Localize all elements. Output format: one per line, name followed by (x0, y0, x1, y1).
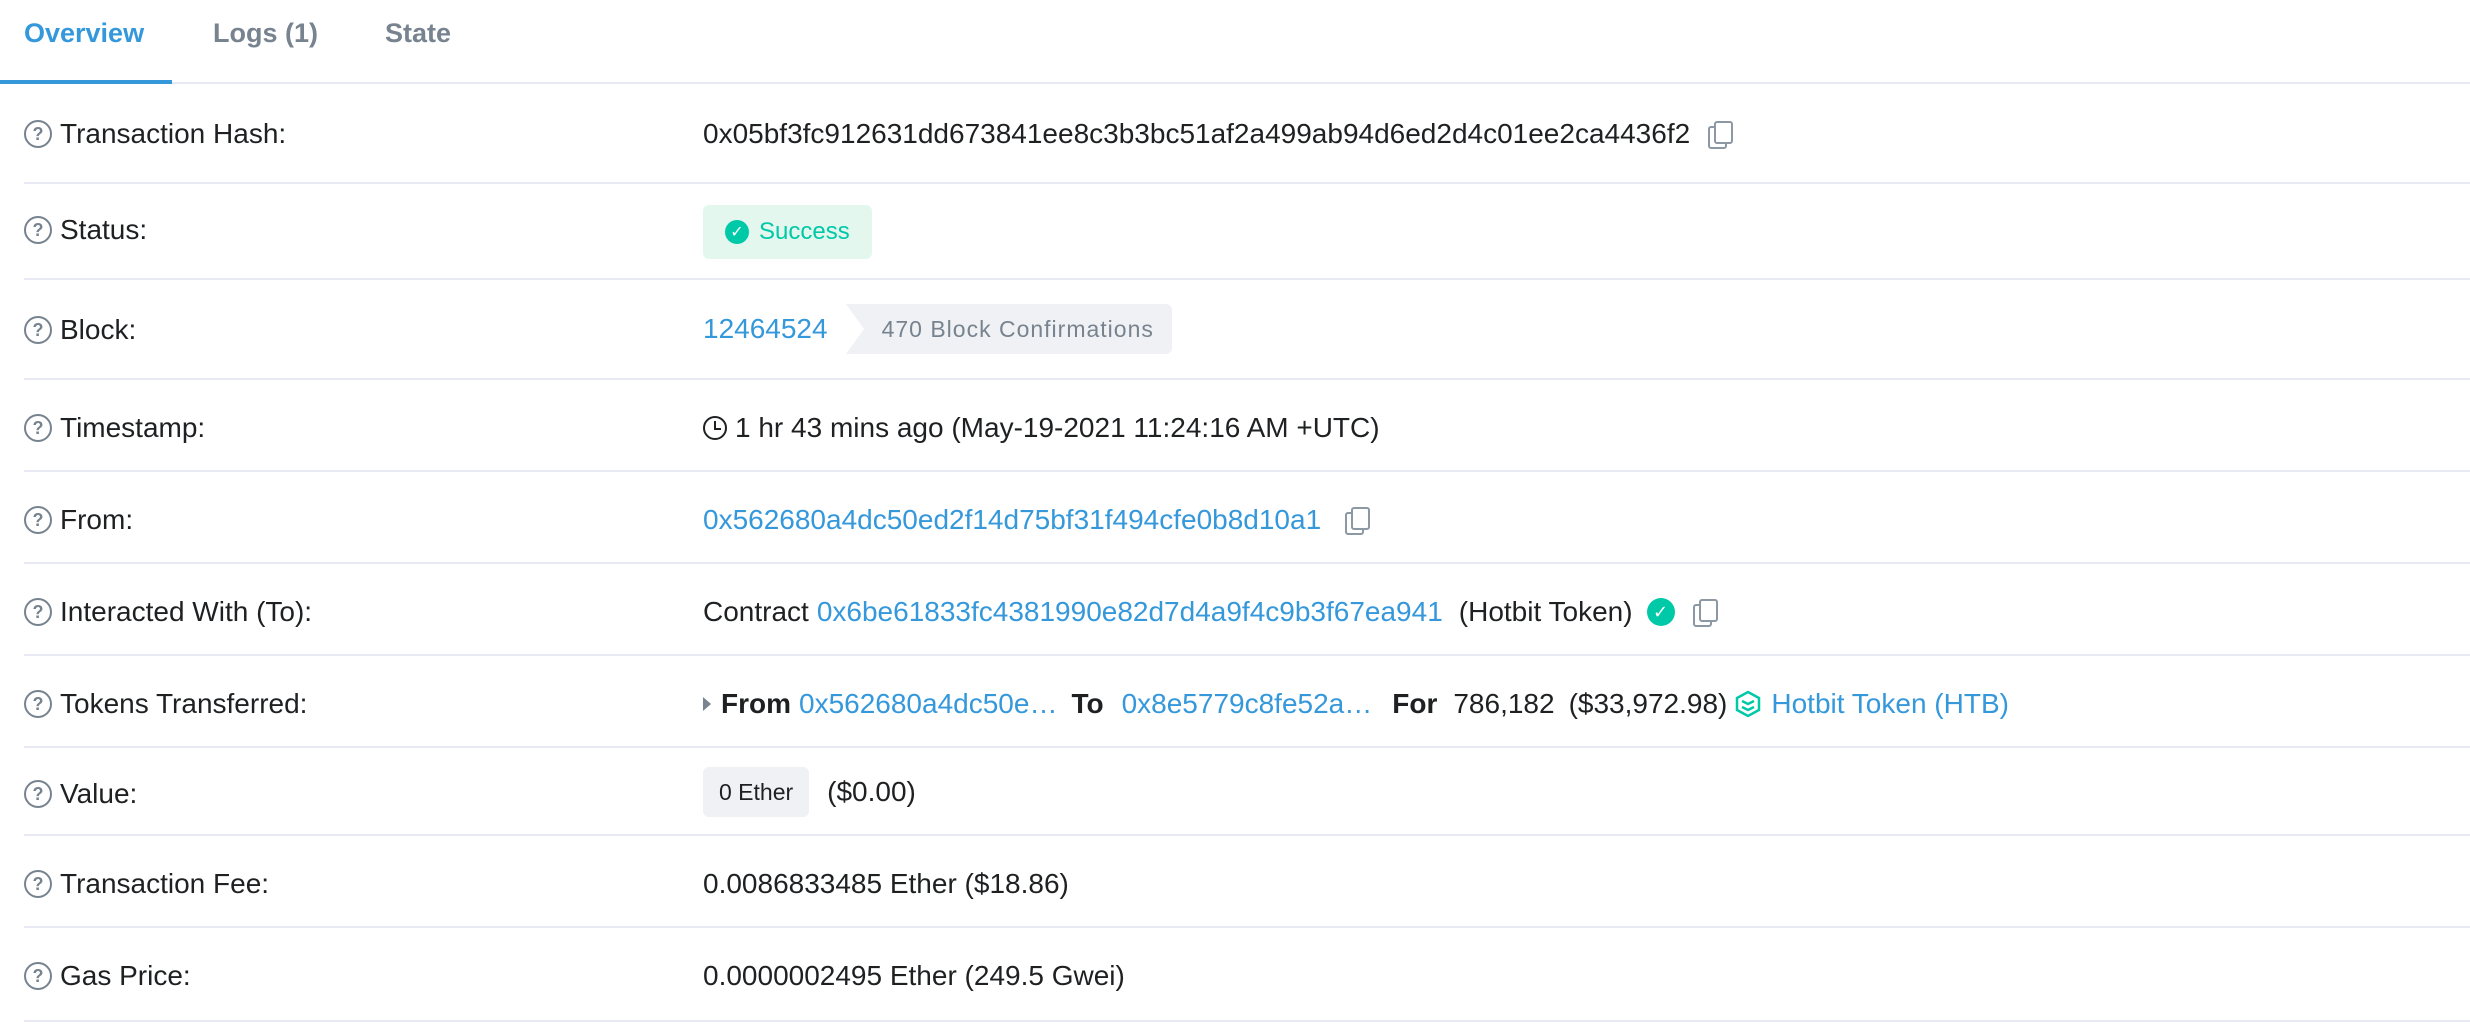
hotbit-token-icon (1736, 690, 1761, 718)
badge-arrow (845, 304, 864, 354)
row-status: ? Status: ✓ Success (24, 184, 2470, 280)
help-icon[interactable]: ? (24, 962, 52, 990)
help-icon[interactable]: ? (24, 120, 52, 148)
for-label: For (1392, 688, 1438, 719)
verified-check-icon: ✓ (1646, 598, 1675, 626)
tab-logs[interactable]: Logs (1) (213, 18, 318, 49)
value-interacted-with: Contract 0x6be61833fc4381990e82d7d4a9f4c… (703, 596, 1718, 628)
contract-address-link[interactable]: 0x6be61833fc4381990e82d7d4a9f4c9b3f67ea9… (817, 596, 1443, 628)
label-gas-price: ? Gas Price: (24, 960, 191, 992)
status-badge: ✓ Success (703, 205, 872, 259)
label-from: ? From: (24, 504, 133, 536)
label-status: ? Status: (24, 214, 147, 246)
row-tokens-transferred: ? Tokens Transferred: From 0x562680a4dc5… (24, 656, 2470, 748)
help-icon[interactable]: ? (24, 598, 52, 626)
token-to-address-link[interactable]: 0x8e5779c8fe52a… (1122, 688, 1373, 720)
row-timestamp: ? Timestamp: 1 hr 43 mins ago (May-19-20… (24, 380, 2470, 472)
value-value: 0 Ether ($0.00) (703, 767, 916, 817)
value-from: 0x562680a4dc50ed2f14d75bf31f494cfe0b8d10… (703, 504, 1371, 536)
tab-state[interactable]: State (385, 18, 451, 49)
check-circle-icon: ✓ (725, 220, 749, 244)
contract-prefix: Contract (703, 596, 809, 627)
transaction-details-page: Overview Logs (1) State ? Transaction Ha… (0, 0, 2470, 1024)
label-transaction-fee: ? Transaction Fee: (24, 868, 269, 900)
tab-bar: Overview Logs (1) State (0, 0, 2470, 84)
label-block: ? Block: (24, 314, 136, 346)
tab-overview[interactable]: Overview (24, 18, 144, 49)
copy-icon[interactable] (1708, 121, 1734, 149)
row-transaction-hash: ? Transaction Hash: 0x05bf3fc912631dd673… (24, 84, 2470, 184)
label-timestamp: ? Timestamp: (24, 412, 205, 444)
from-label: From (721, 688, 791, 719)
from-address-link[interactable]: 0x562680a4dc50ed2f14d75bf31f494cfe0b8d10… (703, 504, 1321, 536)
row-transaction-fee: ? Transaction Fee: 0.0086833485 Ether ($… (24, 836, 2470, 928)
help-icon[interactable]: ? (24, 506, 52, 534)
row-gas-price: ? Gas Price: 0.0000002495 Ether (249.5 G… (24, 928, 2470, 1022)
copy-icon[interactable] (1345, 507, 1371, 535)
caret-right-icon[interactable] (703, 697, 711, 711)
hotbit-token-link[interactable]: Hotbit Token (HTB) (1771, 688, 2009, 720)
value-transaction-hash: 0x05bf3fc912631dd673841ee8c3b3bc51af2a49… (703, 118, 1734, 150)
value-gas-price: 0.0000002495 Ether (249.5 Gwei) (703, 960, 1125, 992)
help-icon[interactable]: ? (24, 414, 52, 442)
help-icon[interactable]: ? (24, 316, 52, 344)
label-transaction-hash: ? Transaction Hash: (24, 118, 286, 150)
contract-name: (Hotbit Token) (1458, 596, 1633, 627)
value-transaction-fee: 0.0086833485 Ether ($18.86) (703, 868, 1069, 900)
copy-icon[interactable] (1692, 599, 1718, 627)
value-block: 12464524 470 Block Confirmations (703, 304, 1172, 354)
row-value: ? Value: 0 Ether ($0.00) (24, 748, 2470, 836)
label-value: ? Value: (24, 778, 137, 810)
help-icon[interactable]: ? (24, 690, 52, 718)
row-from: ? From: 0x562680a4dc50ed2f14d75bf31f494c… (24, 472, 2470, 564)
token-amount: 786,182 (1453, 688, 1555, 719)
value-timestamp: 1 hr 43 mins ago (May-19-2021 11:24:16 A… (703, 412, 1380, 444)
block-number-link[interactable]: 12464524 (703, 313, 828, 345)
ether-value-badge: 0 Ether (703, 767, 810, 817)
row-interacted-with: ? Interacted With (To): Contract 0x6be61… (24, 564, 2470, 656)
help-icon[interactable]: ? (24, 780, 52, 808)
help-icon[interactable]: ? (24, 216, 52, 244)
block-confirmations-badge: 470 Block Confirmations (845, 304, 1172, 354)
help-icon[interactable]: ? (24, 870, 52, 898)
to-label: To (1071, 688, 1104, 719)
ether-usd-value: ($0.00) (827, 776, 916, 807)
clock-icon (703, 416, 727, 440)
token-from-address-link[interactable]: 0x562680a4dc50e… (799, 688, 1057, 720)
value-status: ✓ Success (703, 205, 872, 259)
gas-price-text: 0.0000002495 Ether (249.5 Gwei) (703, 960, 1125, 991)
value-tokens-transferred: From 0x562680a4dc50e… To 0x8e5779c8fe52a… (703, 688, 2009, 720)
label-tokens-transferred: ? Tokens Transferred: (24, 688, 307, 720)
token-usd-value: ($33,972.98) (1568, 688, 1728, 719)
transaction-fee-text: 0.0086833485 Ether ($18.86) (703, 868, 1069, 899)
label-interacted-with: ? Interacted With (To): (24, 596, 312, 628)
row-block: ? Block: 12464524 470 Block Confirmation… (24, 280, 2470, 380)
transaction-hash-text: 0x05bf3fc912631dd673841ee8c3b3bc51af2a49… (703, 118, 1691, 149)
